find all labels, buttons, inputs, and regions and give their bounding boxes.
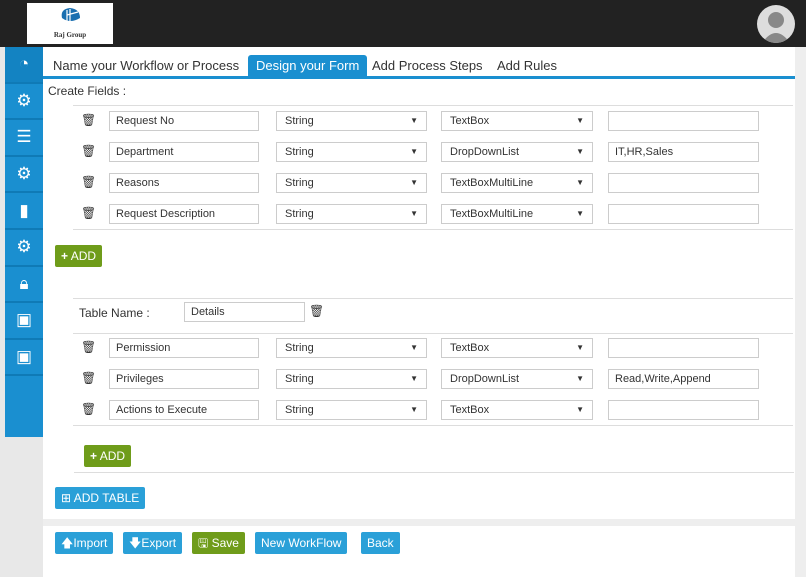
monitor-mail-icon[interactable]: ▣: [5, 340, 43, 377]
import-button[interactable]: 🡅Import: [55, 532, 114, 554]
caret-down-icon: ▼: [576, 405, 584, 414]
caret-down-icon: ▼: [410, 405, 418, 414]
save-button[interactable]: 🖫 Save: [192, 532, 245, 554]
chart-icon[interactable]: ▮: [5, 193, 43, 230]
tab-name-workflow[interactable]: Name your Workflow or Process: [45, 55, 247, 76]
dashboard-icon[interactable]: ◔: [5, 47, 43, 84]
sliders-icon[interactable]: ☰: [5, 120, 43, 157]
field-control-select[interactable]: TextBox ▼: [441, 338, 593, 358]
divider: [74, 472, 794, 473]
field-type-select[interactable]: String ▼: [276, 173, 427, 193]
caret-down-icon: ▼: [410, 147, 418, 156]
field-control-select[interactable]: TextBoxMultiLine ▼: [441, 173, 593, 193]
caret-down-icon: ▼: [576, 178, 584, 187]
divider: [73, 105, 793, 106]
lock-icon[interactable]: 🔒︎: [5, 267, 43, 304]
export-button[interactable]: 🡇Export: [123, 532, 183, 554]
divider: [73, 333, 793, 334]
logo-icon: [61, 8, 80, 22]
add-field-button[interactable]: + ADD: [55, 245, 103, 267]
table-name-label: Table Name :: [79, 306, 150, 320]
field-values-input[interactable]: [608, 111, 759, 131]
field-name-input[interactable]: Reasons: [109, 173, 259, 193]
logo-text: Raj Group: [53, 31, 87, 39]
add-label: ADD: [70, 249, 97, 263]
field-type-select[interactable]: String ▼: [276, 338, 427, 358]
field-name-input[interactable]: Request No: [109, 111, 259, 131]
caret-down-icon: ▼: [576, 343, 584, 352]
gear-chart-icon[interactable]: ⚙: [5, 157, 43, 194]
caret-down-icon: ▼: [410, 116, 418, 125]
delete-field-icon[interactable]: 🗑︎: [81, 206, 96, 220]
delete-field-icon[interactable]: 🗑︎: [81, 371, 96, 385]
tab-bar: Name your Workflow or Process Design you…: [43, 55, 795, 79]
delete-field-icon[interactable]: 🗑︎: [81, 144, 96, 158]
field-name-input[interactable]: Request Description: [109, 204, 259, 224]
top-header: Raj Group: [0, 0, 806, 47]
create-fields-label: Create Fields :: [48, 84, 127, 98]
field-name-input[interactable]: Permission: [109, 338, 259, 358]
field-values-input[interactable]: IT,HR,Sales: [608, 142, 759, 162]
monitor-mail-icon[interactable]: ▣: [5, 303, 43, 340]
delete-field-icon[interactable]: 🗑︎: [81, 340, 96, 354]
field-name-input[interactable]: Department: [109, 142, 259, 162]
gears-icon[interactable]: ⚙: [5, 84, 43, 121]
caret-down-icon: ▼: [576, 374, 584, 383]
add-table-label: ADD TABLE: [73, 491, 140, 505]
add-label: ADD: [99, 449, 126, 463]
divider: [73, 298, 793, 299]
caret-down-icon: ▼: [410, 178, 418, 187]
field-values-input[interactable]: [608, 173, 759, 193]
caret-down-icon: ▼: [576, 116, 584, 125]
gear-add-icon[interactable]: ⚙: [5, 230, 43, 267]
field-type-select[interactable]: String ▼: [276, 400, 427, 420]
user-avatar[interactable]: [757, 5, 795, 43]
field-control-select[interactable]: DropDownList ▼: [441, 369, 593, 389]
field-values-input[interactable]: [608, 400, 759, 420]
new-workflow-button[interactable]: New WorkFlow: [255, 532, 348, 554]
tab-add-rules[interactable]: Add Rules: [489, 55, 565, 76]
delete-field-icon[interactable]: 🗑︎: [81, 113, 96, 127]
scrollbar[interactable]: [795, 47, 806, 577]
table-name-input[interactable]: Details: [184, 302, 305, 322]
tab-design-form[interactable]: Design your Form: [248, 55, 368, 76]
delete-table-icon[interactable]: 🗑︎: [309, 304, 324, 318]
field-type-select[interactable]: String ▼: [276, 111, 427, 131]
field-name-input[interactable]: Privileges: [109, 369, 259, 389]
divider: [73, 229, 793, 230]
main-content: Name your Workflow or Process Design you…: [43, 47, 795, 577]
field-type-select[interactable]: String ▼: [276, 204, 427, 224]
add-table-field-button[interactable]: + ADD: [84, 445, 132, 467]
field-control-select[interactable]: DropDownList ▼: [441, 142, 593, 162]
caret-down-icon: ▼: [576, 147, 584, 156]
field-type-select[interactable]: String ▼: [276, 142, 427, 162]
field-values-input[interactable]: [608, 204, 759, 224]
caret-down-icon: ▼: [410, 374, 418, 383]
field-control-select[interactable]: TextBox ▼: [441, 111, 593, 131]
divider: [73, 425, 793, 426]
delete-field-icon[interactable]: 🗑︎: [81, 402, 96, 416]
logo[interactable]: Raj Group: [27, 3, 113, 44]
section-separator: [43, 519, 795, 526]
caret-down-icon: ▼: [410, 209, 418, 218]
field-values-input[interactable]: Read,Write,Append: [608, 369, 759, 389]
field-name-input[interactable]: Actions to Execute: [109, 400, 259, 420]
field-control-select[interactable]: TextBoxMultiLine ▼: [441, 204, 593, 224]
field-control-select[interactable]: TextBox ▼: [441, 400, 593, 420]
tab-add-process-steps[interactable]: Add Process Steps: [364, 55, 491, 76]
caret-down-icon: ▼: [410, 343, 418, 352]
field-values-input[interactable]: [608, 338, 759, 358]
delete-field-icon[interactable]: 🗑︎: [81, 175, 96, 189]
sidebar: ◔ ⚙ ☰ ⚙ ▮ ⚙ 🔒︎ ▣ ▣: [5, 47, 43, 437]
caret-down-icon: ▼: [576, 209, 584, 218]
field-type-select[interactable]: String ▼: [276, 369, 427, 389]
add-table-button[interactable]: ⊞ ADD TABLE: [55, 487, 146, 509]
back-button[interactable]: Back: [361, 532, 400, 554]
